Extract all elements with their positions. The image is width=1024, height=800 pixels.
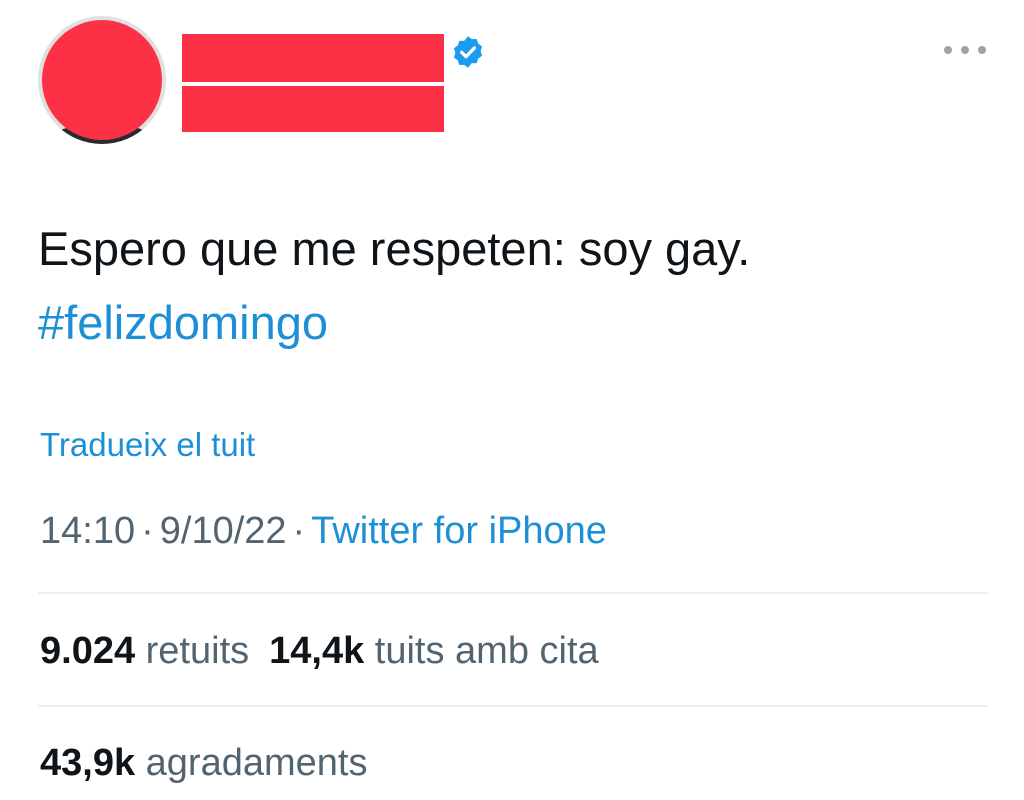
hashtag-link[interactable]: #felizdomingo <box>38 296 328 349</box>
tweet-text: Espero que me respeten: soy gay. #felizd… <box>38 212 998 360</box>
tweet-time[interactable]: 14:10 <box>40 510 135 552</box>
tweet-date[interactable]: 9/10/22 <box>160 510 287 552</box>
verified-badge-icon <box>453 36 483 68</box>
quotes-label: tuits amb cita <box>374 630 599 672</box>
more-dot <box>944 46 952 54</box>
more-dot <box>961 46 969 54</box>
tweet-metadata: 14:10 · 9/10/22 · Twitter for iPhone <box>40 510 607 553</box>
likes-label: agradaments <box>145 742 368 784</box>
likes-count: 43,9k <box>40 742 136 784</box>
meta-separator: · <box>141 510 154 552</box>
divider <box>38 592 988 594</box>
retweets-label: retuits <box>145 630 250 672</box>
meta-separator: · <box>292 510 306 552</box>
quotes-count: 14,4k <box>269 630 365 672</box>
retweets-stat[interactable]: 9.024 retuits <box>40 630 249 672</box>
username-redaction[interactable] <box>182 86 444 132</box>
engagement-stats: 9.024 retuits 14,4k tuits amb cita <box>40 630 599 673</box>
more-horizontal-icon[interactable] <box>944 40 986 60</box>
display-name-redaction[interactable] <box>182 34 444 82</box>
avatar[interactable] <box>38 16 166 144</box>
translate-tweet-link[interactable]: Tradueix el tuit <box>40 426 255 464</box>
avatar-redaction <box>42 20 162 140</box>
divider <box>38 705 988 707</box>
likes-stat[interactable]: 43,9k agradaments <box>40 742 367 785</box>
more-dot <box>978 46 986 54</box>
quotes-stat[interactable]: 14,4k tuits amb cita <box>269 630 599 672</box>
tweet-source-link[interactable]: Twitter for iPhone <box>311 510 607 552</box>
retweets-count: 9.024 <box>40 630 136 672</box>
tweet-body: Espero que me respeten: soy gay. <box>38 222 751 275</box>
